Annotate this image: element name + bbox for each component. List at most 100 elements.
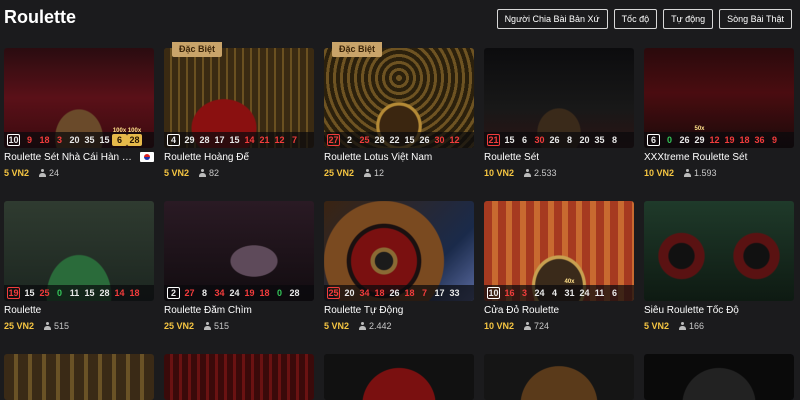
- result-number: 11: [69, 288, 80, 298]
- multiplier-label: 50x: [694, 126, 705, 132]
- player-count: 2.442: [359, 321, 392, 331]
- result-number: 17: [214, 135, 225, 145]
- game-title[interactable]: Siêu Roulette Tốc Độ: [644, 305, 794, 316]
- header: Roulette Người Chia Bài Bản Xứ Tốc độ Tự…: [0, 0, 800, 40]
- dealer-scene-image: [644, 354, 794, 400]
- player-count-value: 24: [49, 168, 60, 178]
- dealer-scene-image: [484, 354, 634, 400]
- game-thumbnail[interactable]: [324, 354, 474, 400]
- game-thumbnail[interactable]: [644, 201, 794, 301]
- game-title[interactable]: Roulette Tự Động: [324, 305, 474, 316]
- filter-speed-button[interactable]: Tốc độ: [613, 9, 658, 29]
- game-title[interactable]: XXXtreme Roulette Sét: [644, 152, 794, 163]
- recent-results-strip: 19 15 25 0 11 15 28 14 18: [4, 285, 154, 301]
- result-number: 15: [404, 135, 415, 145]
- game-card[interactable]: 10 9 18 3 20 35 15 6 100x 28 100x Roulette Sét Nhà …: [4, 48, 154, 201]
- game-card[interactable]: [644, 354, 794, 400]
- game-thumbnail[interactable]: [484, 354, 634, 400]
- result-number: 20: [579, 135, 590, 145]
- game-thumbnail[interactable]: 10 9 18 3 20 35 15 6 100x 28 100x: [4, 48, 154, 148]
- dealer-scene-image: [164, 354, 314, 400]
- game-title[interactable]: Roulette Lotus Việt Nam: [324, 152, 474, 163]
- game-meta: 10 VN2 2.533: [484, 168, 557, 178]
- result-number: 9: [26, 135, 32, 145]
- game-title[interactable]: Roulette Đắm Chìm: [164, 305, 314, 316]
- game-card[interactable]: 27 2 25 28 22 15 26 30 12 Đặc Biệt Roulette Lotus …: [324, 42, 474, 201]
- game-card[interactable]: [484, 354, 634, 400]
- player-count: 24: [39, 168, 59, 178]
- result-number: 0: [666, 135, 672, 145]
- result-number: 19: [7, 287, 20, 299]
- result-number: 19: [244, 288, 255, 298]
- game-thumbnail[interactable]: 10 16 3 24 4 31 40x 24 11 6: [484, 201, 634, 301]
- game-thumbnail[interactable]: 4 29 28 17 15 14 21 12 7: [164, 48, 314, 148]
- result-number: 22: [389, 135, 400, 145]
- game-title[interactable]: Cửa Đỏ Roulette: [484, 305, 634, 316]
- game-thumbnail[interactable]: 25 20 34 18 26 18 7 17 33: [324, 201, 474, 301]
- filter-native-dealer-button[interactable]: Người Chia Bài Bản Xứ: [496, 9, 608, 29]
- person-icon: [684, 169, 692, 177]
- game-card[interactable]: 2 27 8 34 24 19 18 0 28 Roulette Đắm Chìm 25 VN2 51…: [164, 201, 314, 354]
- game-thumbnail[interactable]: 2 27 8 34 24 19 18 0 28: [164, 201, 314, 301]
- result-number: 4: [167, 134, 180, 146]
- player-count: 515: [204, 321, 229, 331]
- game-title[interactable]: Roulette Sét Nhà Cái Hàn Qu...: [4, 152, 136, 163]
- game-thumbnail[interactable]: 27 2 25 28 22 15 26 30 12: [324, 48, 474, 148]
- result-number: 24: [579, 288, 590, 298]
- result-number: 18: [739, 135, 750, 145]
- filter-auto-button[interactable]: Tự động: [663, 9, 714, 29]
- game-card[interactable]: 19 15 25 0 11 15 28 14 18 Roulette 25 VN2 515: [4, 201, 154, 354]
- multiplier-label: 40x: [564, 279, 575, 285]
- result-number: 6: [611, 288, 617, 298]
- result-number: 25: [359, 135, 370, 145]
- game-card[interactable]: [164, 354, 314, 400]
- player-count-value: 724: [534, 321, 550, 331]
- min-bet: 10 VN2: [644, 168, 675, 178]
- game-card[interactable]: 25 20 34 18 26 18 7 17 33 Roulette Tự Động 5 VN2 2.…: [324, 201, 474, 354]
- result-number: 35: [594, 135, 605, 145]
- game-thumbnail[interactable]: [4, 354, 154, 400]
- game-title[interactable]: Roulette Sét: [484, 152, 634, 163]
- result-number: 6: [521, 135, 527, 145]
- result-number: 8: [611, 135, 617, 145]
- game-thumbnail[interactable]: 19 15 25 0 11 15 28 14 18: [4, 201, 154, 301]
- game-card[interactable]: 10 16 3 24 4 31 40x 24 11 6 Cửa Đỏ Roulette 10 VN2 7…: [484, 201, 634, 354]
- filter-live-casino-button[interactable]: Sòng Bài Thật: [719, 9, 792, 29]
- result-number: 26: [679, 135, 690, 145]
- game-thumbnail[interactable]: 6 0 26 29 50x 12 19 18 36 9: [644, 48, 794, 148]
- game-card[interactable]: [4, 354, 154, 400]
- person-icon: [199, 169, 207, 177]
- player-count-value: 515: [54, 321, 70, 331]
- result-number: 3: [521, 288, 527, 298]
- result-number: 21: [487, 134, 500, 146]
- result-number: 19: [724, 135, 735, 145]
- game-card[interactable]: [324, 354, 474, 400]
- game-thumbnail[interactable]: 21 15 6 30 26 8 20 35 8: [484, 48, 634, 148]
- game-thumbnail[interactable]: [644, 354, 794, 400]
- recent-results-strip: 21 15 6 30 26 8 20 35 8: [484, 132, 634, 148]
- result-number: 18: [404, 288, 415, 298]
- game-meta: 25 VN2 515: [164, 321, 229, 331]
- result-number: 9: [771, 135, 777, 145]
- result-number: 28: [199, 135, 210, 145]
- game-title[interactable]: Roulette: [4, 305, 154, 316]
- min-bet: 5 VN2: [324, 321, 350, 331]
- person-icon: [204, 322, 212, 330]
- page-title: Roulette: [4, 7, 76, 27]
- player-count: 724: [524, 321, 549, 331]
- player-count-value: 166: [689, 321, 705, 331]
- game-card[interactable]: Siêu Roulette Tốc Độ 5 VN2 166: [644, 201, 794, 354]
- game-title[interactable]: Roulette Hoàng Đế: [164, 152, 314, 163]
- filter-bar: Người Chia Bài Bản Xứ Tốc độ Tự động Sòn…: [496, 9, 792, 29]
- player-count: 12: [364, 168, 384, 178]
- result-number: 8: [201, 288, 207, 298]
- game-card[interactable]: 4 29 28 17 15 14 21 12 7 Đặc Biệt Roulette Hoàng Đ…: [164, 42, 314, 201]
- game-card[interactable]: 6 0 26 29 50x 12 19 18 36 9 XXXtreme Roulette Sét 1…: [644, 48, 794, 201]
- game-meta: 10 VN2 724: [484, 321, 549, 331]
- game-thumbnail[interactable]: [164, 354, 314, 400]
- result-number: 12: [449, 135, 460, 145]
- game-meta: 5 VN2 2.442: [324, 321, 392, 331]
- result-number: 2: [167, 287, 180, 299]
- game-card[interactable]: 21 15 6 30 26 8 20 35 8 Roulette Sét 10 VN2 2.533: [484, 48, 634, 201]
- result-number: 16: [504, 288, 515, 298]
